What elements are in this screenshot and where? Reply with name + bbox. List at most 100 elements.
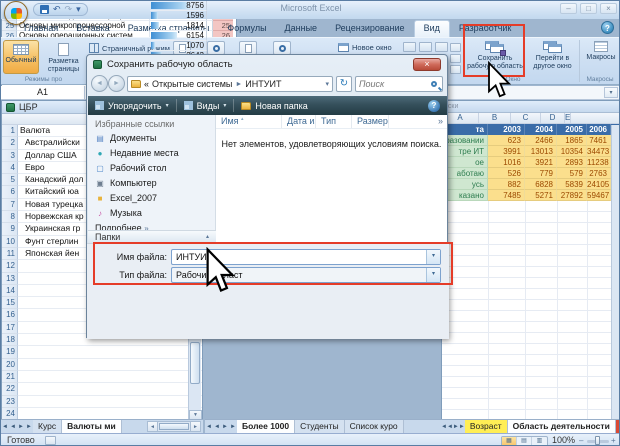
sheet-tab[interactable]: Валюты ми <box>62 420 122 433</box>
zoom-slider-thumb[interactable] <box>595 436 600 445</box>
search-input[interactable] <box>359 79 431 89</box>
cell[interactable]: 2003 <box>488 124 525 135</box>
cell[interactable]: аботаю <box>442 168 488 179</box>
row-header[interactable]: 16 <box>2 309 18 322</box>
back-icon[interactable]: ◄ <box>91 75 108 92</box>
cell[interactable]: 2893 <box>557 157 587 168</box>
cell[interactable]: 1814 <box>150 21 207 32</box>
new-window-button[interactable]: Новое окно <box>338 43 392 52</box>
hide-window-icon[interactable] <box>450 43 461 52</box>
first-sheet-icon[interactable]: ◄ <box>205 420 213 433</box>
row-header[interactable]: 22 <box>2 383 18 396</box>
row-header[interactable]: 23 <box>2 395 18 408</box>
column-header[interactable]: B <box>479 113 511 123</box>
first-sheet-icon[interactable]: ◄ <box>1 420 9 433</box>
breadcrumb-item-root[interactable]: Открытые системы <box>152 79 232 89</box>
prev-sheet-icon[interactable]: ◄ <box>9 420 17 433</box>
cell[interactable]: 623 <box>488 135 525 146</box>
name-box[interactable]: A1 <box>1 86 85 99</box>
view-page-layout-icon[interactable]: ▤ <box>517 437 532 445</box>
cell[interactable] <box>18 371 202 384</box>
row-header[interactable]: 5 <box>2 174 18 187</box>
formula-bar-expand-icon[interactable]: ▾ <box>604 87 618 98</box>
cell[interactable]: 6828 <box>525 179 557 190</box>
column-header[interactable]: C <box>511 113 541 123</box>
cell[interactable]: 24105 <box>587 179 611 190</box>
cell[interactable]: 6154 <box>150 31 207 42</box>
last-sheet-icon[interactable]: ► <box>229 420 237 433</box>
cell[interactable]: 1865 <box>557 135 587 146</box>
ribbon-tab[interactable]: Данные <box>276 20 327 37</box>
cell[interactable] <box>18 359 202 371</box>
undo-icon[interactable]: ↶ <box>53 5 61 14</box>
new-folder-button[interactable]: Новая папка <box>255 101 307 111</box>
cell[interactable]: 11238 <box>587 157 611 168</box>
cell[interactable]: казано <box>442 190 488 201</box>
cell[interactable]: 526 <box>488 168 525 179</box>
refresh-icon[interactable]: ↻ <box>336 76 352 92</box>
arrange-all-icon[interactable] <box>403 42 416 52</box>
page-layout-button[interactable]: Разметка страницы <box>41 40 86 76</box>
breadcrumb-item-current[interactable]: ИНТУИТ <box>245 79 281 89</box>
cell[interactable]: 1596 <box>150 11 207 22</box>
zoom-100-icon[interactable] <box>239 41 257 55</box>
row-header[interactable]: 2 <box>2 137 18 150</box>
cell[interactable]: 1070 <box>150 41 207 52</box>
dialog-help-icon[interactable]: ? <box>428 99 440 112</box>
view-normal-button[interactable]: Обычный <box>3 40 39 74</box>
list-column-header[interactable]: Размер <box>352 115 389 128</box>
empty-grid[interactable] <box>442 201 619 420</box>
zoom-to-selection-icon[interactable] <box>273 41 291 55</box>
ribbon-tab[interactable]: Вид <box>413 20 450 37</box>
sheet-tab[interactable]: Список куро <box>344 420 404 433</box>
cell[interactable]: 2004 <box>525 124 557 135</box>
cell[interactable]: 579 <box>557 168 587 179</box>
breadcrumb[interactable]: « Открытые системы ► ИНТУИТ ▾ <box>127 76 333 92</box>
cell[interactable] <box>18 396 202 408</box>
row-header[interactable]: 8 <box>2 211 18 224</box>
next-sheet-icon[interactable]: ► <box>17 420 25 433</box>
scrollbar-thumb[interactable] <box>159 423 189 430</box>
row-header[interactable]: 9 <box>2 223 18 236</box>
cell[interactable]: 7485 <box>488 190 525 201</box>
scroll-right-icon[interactable]: ► <box>190 422 200 431</box>
search-icon[interactable] <box>431 81 443 92</box>
cell[interactable]: 7461 <box>587 135 611 146</box>
views-dropdown-icon[interactable]: ▾ <box>223 102 226 109</box>
row-header[interactable]: 4 <box>2 161 18 175</box>
more-columns-icon[interactable]: » <box>438 116 443 126</box>
cell[interactable]: 34473 <box>587 146 611 157</box>
view-normal-icon[interactable]: ▦ <box>502 437 517 445</box>
cell[interactable]: 2006 <box>587 124 611 135</box>
views-button[interactable]: Виды <box>197 101 220 111</box>
zoom-level[interactable]: 100% <box>552 435 575 445</box>
cell[interactable]: 1016 <box>488 157 525 168</box>
sidebar-item[interactable]: ■ Excel_2007 <box>88 189 215 204</box>
row-header[interactable]: 17 <box>2 321 18 335</box>
ribbon-tab[interactable]: Формулы <box>218 20 275 37</box>
row-header[interactable]: 19 <box>2 346 18 359</box>
close-button[interactable]: × <box>600 3 617 14</box>
cell[interactable]: 3991 <box>488 146 525 157</box>
cell[interactable]: 2005 <box>557 124 587 135</box>
zoom-in-icon[interactable]: + <box>611 437 616 445</box>
cell[interactable]: 2466 <box>525 135 557 146</box>
view-page-break-icon[interactable]: ▥ <box>532 437 547 445</box>
cell[interactable]: разовании <box>442 135 488 146</box>
cell[interactable]: 27892 <box>557 190 587 201</box>
cell[interactable]: 10354 <box>557 146 587 157</box>
zoom-out-icon[interactable]: – <box>579 437 583 445</box>
cell[interactable]: та <box>442 124 488 135</box>
row-header[interactable]: 15 <box>2 297 18 310</box>
cell[interactable]: 8756 <box>150 1 207 12</box>
cell[interactable]: 5839 <box>557 179 587 190</box>
row-header[interactable]: 3 <box>2 149 18 162</box>
cell[interactable]: усь <box>442 179 488 190</box>
cell[interactable]: 13013 <box>525 146 557 157</box>
row-header[interactable]: 7 <box>2 198 18 212</box>
row-header[interactable]: 12 <box>2 260 18 273</box>
sheet-tab[interactable]: Область деятельности <box>507 420 616 433</box>
sheet-tab[interactable]: Более 1000 <box>237 420 296 433</box>
dialog-titlebar[interactable]: Сохранить рабочую область × <box>87 55 447 73</box>
row-header[interactable]: 21 <box>2 370 18 384</box>
